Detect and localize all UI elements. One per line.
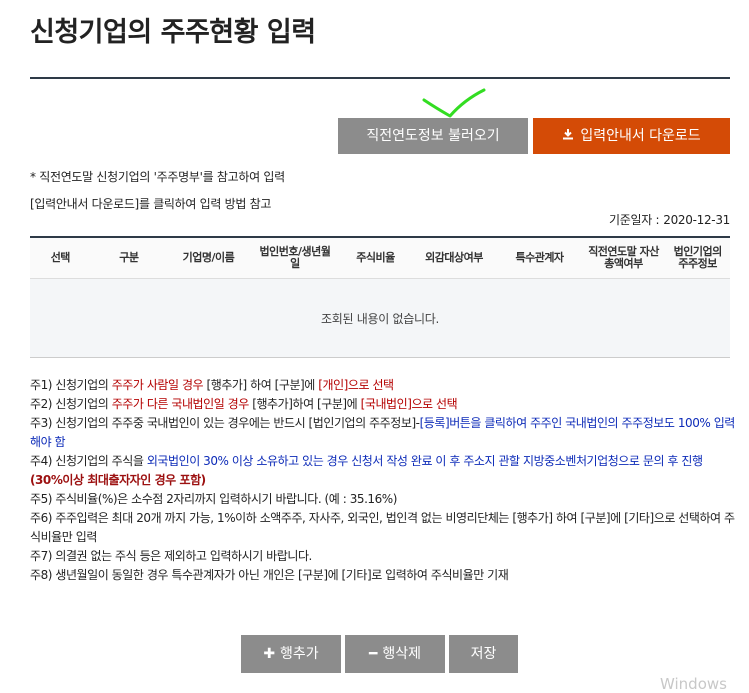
column-ratio[interactable]: 주식비율 <box>340 238 411 278</box>
add-row-label: 행추가 <box>280 646 319 662</box>
column-assets[interactable]: 직전연도말 자산총액여부 <box>582 238 666 278</box>
download-guide-label: 입력안내서 다운로드 <box>580 128 701 144</box>
column-type[interactable]: 구분 <box>91 238 168 278</box>
column-related[interactable]: 특수관계자 <box>497 238 581 278</box>
base-date-label: 기준일자 : <box>609 213 660 227</box>
page-title: 신청기업의 주주현황 입력 <box>30 17 316 48</box>
note-6: 주6) 주주입력은 최대 20개 까지 가능, 1%이하 소액주주, 자사주, … <box>30 511 735 544</box>
base-date: 기준일자 :2020-12-31 <box>609 211 730 228</box>
load-previous-year-label: 직전연도정보 불러오기 <box>366 128 500 144</box>
table-header: 선택 구분 기업명/이름 법인번호/생년월일 주식비율 외감대상여부 특수관계자… <box>30 238 730 279</box>
checkmark-annotation-icon <box>422 88 486 118</box>
note-5: 주5) 주식비율(%)은 소수점 2자리까지 입력하시기 바랍니다. (예 : … <box>30 492 397 506</box>
note-7: 주7) 의결권 없는 주식 등은 제외하고 입력하시기 바랍니다. <box>30 549 312 563</box>
note-shareholder-registry: * 직전연도말 신청기업의 '주주명부'를 참고하여 입력 <box>30 170 285 184</box>
table-empty-message: 조회된 내용이 없습니다. <box>30 279 730 357</box>
title-divider <box>30 77 730 79</box>
note-2: 주2) 신청기업의 주주가 다른 국내법인일 경우 [행추가]하여 [구분]에 … <box>30 397 458 411</box>
load-previous-year-button[interactable]: 직전연도정보 불러오기 <box>338 118 528 154</box>
note-guide-reference: [입력안내서 다운로드]를 클릭하여 입력 방법 참고 <box>30 197 272 211</box>
windows-watermark: Windows <box>660 675 727 693</box>
add-row-button[interactable]: ✚ 행추가 <box>241 635 341 673</box>
column-select[interactable]: 선택 <box>30 238 91 278</box>
download-icon <box>562 118 574 154</box>
note-4: 주4) 신청기업의 주식을 외국법인이 30% 이상 소유하고 있는 경우 신청… <box>30 454 703 487</box>
delete-row-button[interactable]: ━ 행삭제 <box>345 635 445 673</box>
column-reg-no[interactable]: 법인번호/생년월일 <box>250 238 341 278</box>
save-label: 저장 <box>470 646 497 662</box>
column-corp-info[interactable]: 법인기업의 주주정보 <box>665 238 730 278</box>
note-8: 주8) 생년월일이 동일한 경우 특수관계자가 아닌 개인은 [구분]에 [기타… <box>30 568 509 582</box>
save-button[interactable]: 저장 <box>449 635 518 673</box>
shareholder-table: 선택 구분 기업명/이름 법인번호/생년월일 주식비율 외감대상여부 특수관계자… <box>30 236 730 358</box>
notes-list: 주1) 신청기업의 주주가 사람일 경우 [행추가] 하여 [구분]에 [개인]… <box>30 376 735 585</box>
column-foreign[interactable]: 외감대상여부 <box>411 238 497 278</box>
column-name[interactable]: 기업명/이름 <box>167 238 250 278</box>
note-3: 주3) 신청기업의 주주중 국내법인이 있는 경우에는 반드시 [법인기업의 주… <box>30 416 735 449</box>
delete-row-label: 행삭제 <box>382 646 422 662</box>
download-guide-button[interactable]: 입력안내서 다운로드 <box>533 118 730 154</box>
base-date-value: 2020-12-31 <box>663 213 730 227</box>
minus-icon: ━ <box>368 646 378 662</box>
plus-icon: ✚ <box>263 646 276 662</box>
note-1: 주1) 신청기업의 주주가 사람일 경우 [행추가] 하여 [구분]에 [개인]… <box>30 378 394 392</box>
